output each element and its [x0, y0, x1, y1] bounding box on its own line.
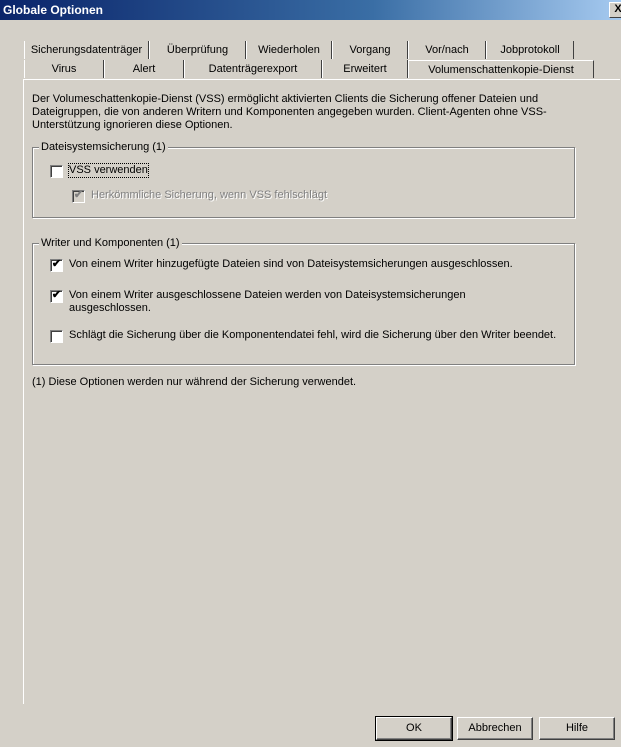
writer-excluded-files-checkbox[interactable]: ✔ [50, 289, 63, 303]
writer-added-files-label[interactable]: Von einem Writer hinzugefügte Dateien si… [69, 258, 569, 271]
close-button[interactable]: X [609, 2, 621, 18]
help-button[interactable]: Hilfe [539, 717, 615, 740]
tab-job-log[interactable]: Jobprotokoll [486, 41, 574, 59]
tab-row-2: Virus Alert Datenträgerexport Erweitert … [24, 60, 594, 78]
tab-pre-post[interactable]: Vor/nach [408, 41, 486, 59]
cancel-button[interactable]: Abbrechen [457, 717, 533, 740]
tab-virus[interactable]: Virus [24, 60, 104, 78]
fallback-backup-label: Herkömmliche Sicherung, wenn VSS fehlsch… [91, 189, 328, 201]
tab-alert[interactable]: Alert [104, 60, 184, 78]
writer-components-legend: Writer und Komponenten (1) [39, 236, 182, 250]
writer-excluded-files-label[interactable]: Von einem Writer ausgeschlossene Dateien… [69, 289, 539, 315]
filesystem-backup-legend: Dateisystemsicherung (1) [39, 140, 168, 154]
ok-button[interactable]: OK [375, 716, 453, 741]
tab-vss[interactable]: Volumenschattenkopie-Dienst [408, 60, 594, 78]
vss-description: Der Volumeschattenkopie-Dienst (VSS) erm… [32, 93, 547, 131]
writer-components-group: Writer und Komponenten (1) ✔ Von einem W… [32, 236, 575, 365]
footnote: (1) Diese Optionen werden nur während de… [32, 376, 357, 388]
tab-backup-media[interactable]: Sicherungsdatenträger [24, 41, 149, 59]
component-fail-checkbox[interactable] [50, 330, 63, 343]
tab-row-1: Sicherungsdatenträger Überprüfung Wieder… [24, 41, 574, 59]
checkmark-icon: ✔ [51, 289, 62, 301]
vss-use-checkbox[interactable] [50, 165, 63, 178]
checkmark-icon: ✔ [73, 189, 84, 201]
options-dialog: Globale Optionen X Sicherungsdatenträger… [0, 0, 621, 747]
filesystem-backup-group: Dateisystemsicherung (1) VSS verwenden ✔… [32, 140, 575, 218]
fallback-backup-checkbox: ✔ [72, 189, 85, 203]
tab-media-export[interactable]: Datenträgerexport [184, 60, 322, 78]
window-title: Globale Optionen [3, 3, 104, 17]
tab-operation[interactable]: Vorgang [332, 41, 408, 59]
component-fail-label[interactable]: Schlägt die Sicherung über die Komponent… [69, 329, 569, 342]
checkmark-icon: ✔ [51, 258, 62, 270]
writer-added-files-checkbox[interactable]: ✔ [50, 258, 63, 272]
title-bar: Globale Optionen X [0, 0, 621, 20]
tab-verification[interactable]: Überprüfung [149, 41, 246, 59]
tab-retry[interactable]: Wiederholen [246, 41, 332, 59]
vss-use-label[interactable]: VSS verwenden [68, 163, 149, 178]
tab-advanced[interactable]: Erweitert [322, 60, 408, 78]
